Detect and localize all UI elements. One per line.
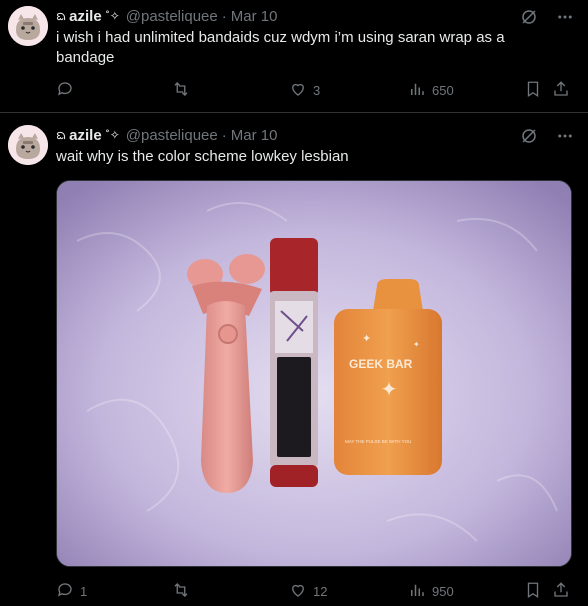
bookmark-button[interactable] [524, 581, 542, 602]
bookmark-button[interactable] [524, 80, 542, 101]
reply-icon [56, 581, 74, 602]
tagline-text: MAY THE PULSE BE WITH YOU [345, 439, 411, 444]
separator: · [221, 126, 227, 144]
reply-button[interactable] [56, 80, 80, 101]
share-icon [552, 80, 570, 101]
bookmark-icon [524, 80, 542, 101]
like-count: 12 [313, 584, 328, 599]
retweet-icon [172, 581, 190, 602]
brand-text: GEEK BAR [349, 357, 413, 371]
avatar[interactable] [8, 6, 48, 46]
like-button[interactable]: 3 [289, 80, 320, 101]
tweet-text: i wish i had unlimited bandaids cuz wdym… [56, 29, 505, 66]
tweet-header: ᨳ azile ˚✧ @pasteliquee · Mar 10 [56, 6, 277, 26]
more-icon[interactable] [556, 8, 574, 26]
tweet-actions: 3 650 [56, 80, 576, 100]
grok-icon[interactable] [520, 8, 538, 26]
tweet-actions: 1 12 950 [56, 581, 576, 601]
reply-count: 1 [80, 584, 88, 599]
heart-icon [289, 581, 307, 602]
handle[interactable]: @pasteliquee [126, 127, 218, 144]
handle[interactable]: @pasteliquee [126, 8, 218, 25]
share-button[interactable] [552, 581, 570, 602]
more-icon[interactable] [556, 127, 574, 145]
views-count: 650 [432, 83, 454, 98]
name-decoration-icon: ᨳ [56, 7, 67, 23]
tweet-photo[interactable]: GEEK BAR ✦ ✦ ✦ MAY THE PULSE BE WITH YOU [56, 180, 572, 567]
reply-button[interactable]: 1 [56, 581, 87, 602]
views-button[interactable]: 950 [408, 581, 454, 602]
reply-icon [56, 80, 74, 101]
share-button[interactable] [552, 80, 570, 101]
tweet-text: wait why is the color scheme lowkey lesb… [56, 148, 349, 165]
timestamp[interactable]: Mar 10 [231, 8, 278, 25]
sparkle-icon: ˚✧ [105, 9, 120, 23]
grok-icon[interactable] [520, 127, 538, 145]
avatar[interactable] [8, 125, 48, 165]
name-decoration-icon: ᨳ [56, 126, 67, 142]
like-count: 3 [313, 83, 321, 98]
retweet-icon [172, 80, 190, 101]
svg-text:✦: ✦ [362, 333, 371, 345]
tweet-header: ᨳ azile ˚✧ @pasteliquee · Mar 10 [56, 125, 277, 145]
display-name[interactable]: azile [69, 127, 102, 144]
views-icon [408, 80, 426, 101]
separator: · [221, 7, 227, 25]
views-button[interactable]: 650 [408, 80, 454, 101]
sparkle-icon: ˚✧ [105, 128, 120, 142]
timestamp[interactable]: Mar 10 [231, 127, 278, 144]
like-button[interactable]: 12 [289, 581, 327, 602]
views-icon [408, 581, 426, 602]
svg-text:✦: ✦ [413, 340, 420, 349]
display-name[interactable]: azile [69, 8, 102, 25]
retweet-button[interactable] [172, 80, 196, 101]
svg-text:✦: ✦ [381, 379, 398, 401]
tweet[interactable]: ᨳ azile ˚✧ @pasteliquee · Mar 10 i wish … [0, 0, 588, 113]
tweet[interactable]: ᨳ azile ˚✧ @pasteliquee · Mar 10 wait wh… [0, 113, 588, 606]
bookmark-icon [524, 581, 542, 602]
share-icon [552, 581, 570, 602]
views-count: 950 [432, 584, 454, 599]
heart-icon [289, 80, 307, 101]
retweet-button[interactable] [172, 581, 196, 602]
